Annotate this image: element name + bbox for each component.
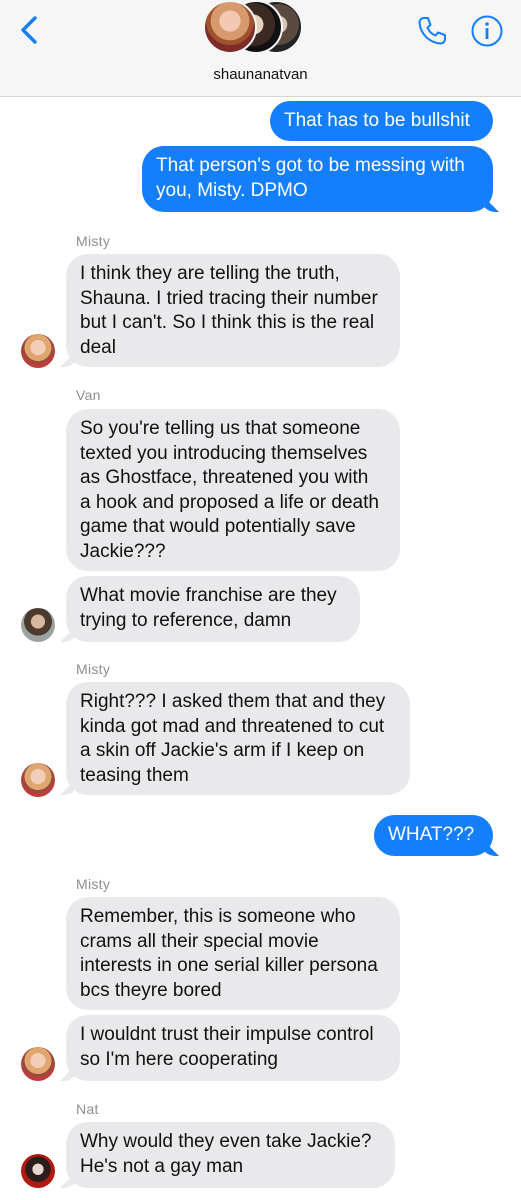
sender-avatar — [21, 763, 55, 797]
sender-avatar — [21, 608, 55, 642]
sender-name: Misty — [76, 876, 111, 892]
message-bubble[interactable]: Why would they even take Jackie? He's no… — [66, 1122, 395, 1188]
message-bubble[interactable]: What movie franchise are they trying to … — [66, 576, 360, 642]
sender-name: Nat — [76, 1101, 99, 1117]
message-bubble[interactable]: Right??? I asked them that and they kind… — [66, 682, 410, 795]
message-bubble[interactable]: Remember, this is someone who crams all … — [66, 897, 400, 1010]
message-bubble[interactable]: I think they are telling the truth, Shau… — [66, 254, 400, 367]
group-avatar-stack[interactable] — [203, 0, 325, 56]
phone-icon[interactable] — [415, 14, 449, 48]
message-bubble[interactable]: WHAT??? — [374, 815, 493, 856]
message-list[interactable]: That has to be bullshit That person's go… — [0, 97, 521, 1200]
message-bubble[interactable]: That person's got to be messing with you… — [142, 146, 493, 212]
message-bubble[interactable]: I wouldnt trust their impulse control so… — [66, 1015, 400, 1081]
info-icon[interactable] — [470, 14, 504, 48]
sender-avatar — [21, 334, 55, 368]
sender-name: Misty — [76, 233, 111, 249]
sender-avatar — [21, 1154, 55, 1188]
conversation-title[interactable]: shaunanatvan — [0, 66, 521, 83]
avatar — [203, 0, 257, 54]
sender-avatar — [21, 1047, 55, 1081]
chevron-left-icon[interactable] — [14, 14, 46, 46]
sender-name: Misty — [76, 661, 111, 677]
message-bubble[interactable]: So you're telling us that someone texted… — [66, 409, 400, 571]
conversation-header: shaunanatvan — [0, 0, 521, 97]
message-bubble[interactable]: That has to be bullshit — [270, 101, 493, 141]
sender-name: Van — [76, 387, 101, 403]
